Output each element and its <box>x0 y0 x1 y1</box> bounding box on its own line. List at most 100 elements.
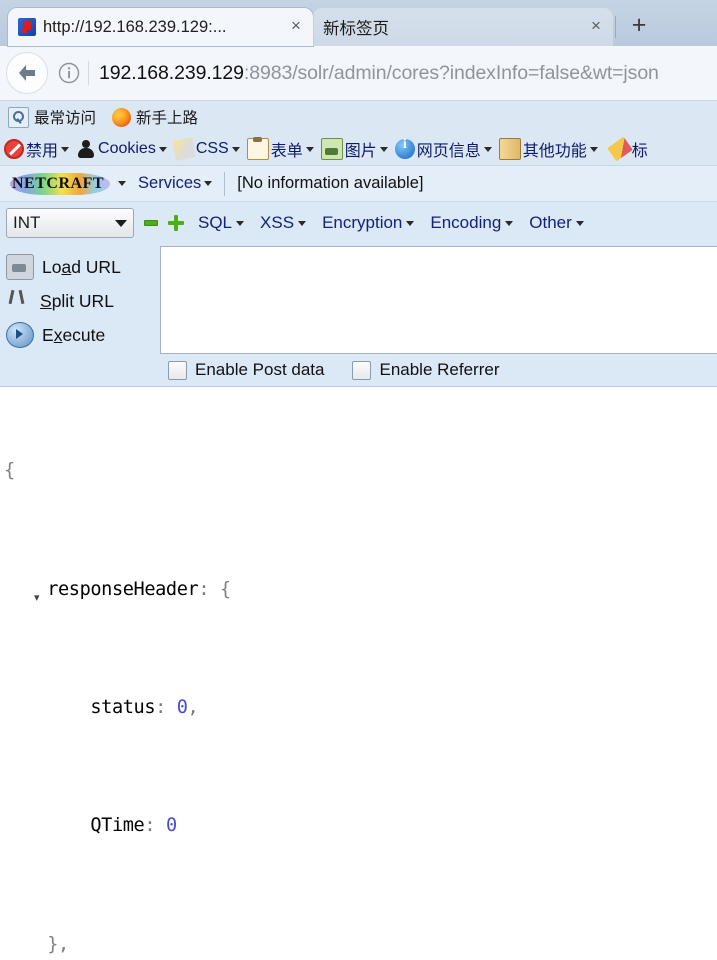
forms-icon <box>246 137 269 160</box>
chevron-down-icon <box>505 220 514 226</box>
json-value: 0 <box>165 815 177 837</box>
divider <box>88 61 89 85</box>
hackbar-type-value: INT <box>13 213 41 232</box>
bookmark-label: 新手上路 <box>136 110 199 127</box>
wd-menu-outline[interactable]: 标 <box>605 136 648 162</box>
checkbox-icon <box>352 360 372 380</box>
bookmark-getting-started[interactable]: 新手上路 <box>112 106 198 128</box>
execute-icon <box>6 322 34 348</box>
hackbar-menu-label: Encoding <box>430 213 502 232</box>
hackbar-menu-other[interactable]: Other <box>529 213 584 233</box>
load-url-button[interactable]: Load URL <box>0 250 160 284</box>
hackbar: INT SQL XSS Encryption Encoding Other Lo… <box>0 202 717 387</box>
wd-menu-css[interactable]: CSS <box>172 137 240 161</box>
wd-menu-label: Cookies <box>98 140 156 157</box>
bookmark-most-visited[interactable]: 最常访问 <box>8 106 96 128</box>
chevron-down-icon <box>483 146 492 152</box>
web-developer-toolbar: 禁用 Cookies CSS 表单 图片 网页信息 <box>0 133 717 166</box>
close-icon[interactable]: × <box>285 16 307 38</box>
info-circle-icon[interactable] <box>56 60 82 86</box>
json-viewer-icon <box>18 18 36 36</box>
wd-menu-images[interactable]: 图片 <box>320 137 388 161</box>
back-button[interactable] <box>6 52 48 94</box>
browser-window: http://192.168.239.129:... × 新标签页 × + 19… <box>0 0 717 960</box>
outline-pencil-icon <box>607 136 633 162</box>
hackbar-url-textarea[interactable] <box>160 246 717 354</box>
split-url-button[interactable]: Split URL <box>0 284 160 318</box>
hackbar-menu-encryption[interactable]: Encryption <box>322 213 415 233</box>
wd-menu-label: 网页信息 <box>416 143 481 160</box>
chevron-down-icon <box>231 146 240 152</box>
wd-menu-label: 图片 <box>344 143 377 160</box>
hackbar-menu-label: SQL <box>198 213 233 232</box>
netcraft-services-menu[interactable]: Services <box>138 174 213 193</box>
netcraft-logo[interactable]: NETCRAFT <box>10 172 111 195</box>
bookmarks-bar: 最常访问 新手上路 <box>0 101 717 133</box>
chevron-down-icon <box>298 220 307 226</box>
chevron-down-icon <box>406 220 415 226</box>
new-tab-button[interactable]: + <box>624 11 654 41</box>
load-url-label: Load URL <box>42 256 121 277</box>
enable-post-data-label: Enable Post data <box>195 360 325 379</box>
browser-tab-newtab[interactable]: 新标签页 × <box>313 8 613 46</box>
hackbar-menu-label: Other <box>529 213 572 232</box>
json-key: responseHeader <box>47 578 199 600</box>
wd-menu-information[interactable]: 网页信息 <box>394 137 492 161</box>
twisty-icon[interactable]: ▾ <box>34 584 40 614</box>
navigation-bar: 192.168.239.129:8983/solr/admin/cores?in… <box>0 46 717 101</box>
hackbar-menu-encoding[interactable]: Encoding <box>430 213 514 233</box>
url-host: 192.168.239.129 <box>99 61 244 84</box>
wd-menu-label: 禁用 <box>26 143 59 160</box>
hackbar-type-select[interactable]: INT <box>6 208 134 238</box>
json-line-status: status: 0, <box>90 696 199 718</box>
miscellaneous-icon <box>498 138 521 160</box>
images-icon <box>320 138 343 160</box>
url-bar[interactable]: 192.168.239.129:8983/solr/admin/cores?in… <box>99 62 659 85</box>
disable-icon <box>4 139 24 159</box>
split-url-label: Split URL <box>40 290 114 311</box>
json-value: 0 <box>176 696 188 718</box>
enable-referrer-label: Enable Referrer <box>379 360 500 379</box>
close-icon[interactable]: × <box>585 16 607 38</box>
url-path: :8983/solr/admin/cores?indexInfo=false&w… <box>243 61 659 84</box>
firefox-icon <box>112 107 132 127</box>
chevron-down-icon <box>115 219 127 227</box>
minus-icon[interactable] <box>144 220 158 226</box>
hackbar-menu-row: INT SQL XSS Encryption Encoding Other <box>0 202 717 244</box>
hackbar-options: Enable Post data Enable Referrer <box>160 354 717 386</box>
wd-menu-label: 其他功能 <box>522 143 587 160</box>
wd-menu-miscellaneous[interactable]: 其他功能 <box>498 137 598 161</box>
hackbar-menu-xss[interactable]: XSS <box>260 213 307 233</box>
netcraft-services-label: Services <box>138 174 202 192</box>
checkbox-icon <box>168 360 187 380</box>
chevron-down-icon <box>204 181 213 186</box>
plus-icon[interactable] <box>168 215 184 231</box>
chevron-down-icon <box>236 220 245 226</box>
browser-tab-active[interactable]: http://192.168.239.129:... × <box>8 8 313 46</box>
wd-menu-disable[interactable]: 禁用 <box>4 137 70 161</box>
json-key: QTime <box>90 815 145 837</box>
information-icon <box>394 137 415 159</box>
json-line-open-brace: { <box>4 460 15 482</box>
chevron-down-icon <box>589 146 598 152</box>
enable-post-data-checkbox[interactable]: Enable Post data <box>168 360 324 380</box>
chevron-down-icon <box>575 220 584 226</box>
bookmark-label: 最常访问 <box>34 110 97 127</box>
divider <box>615 16 616 38</box>
chevron-down-icon <box>379 146 388 152</box>
hackbar-menu-sql[interactable]: SQL <box>198 213 245 233</box>
json-line-close-responseHeader: }, <box>47 933 69 955</box>
wd-menu-label: CSS <box>195 140 229 157</box>
chevron-down-icon[interactable] <box>118 181 127 186</box>
enable-referrer-checkbox[interactable]: Enable Referrer <box>352 360 500 380</box>
json-line-qtime: QTime: 0 <box>90 815 177 837</box>
wd-menu-label: 标 <box>631 143 648 160</box>
css-icon <box>172 137 196 161</box>
execute-button[interactable]: Execute <box>0 318 160 352</box>
chevron-down-icon <box>61 146 70 152</box>
tab-title: 新标签页 <box>323 20 389 38</box>
hackbar-input-area: Enable Post data Enable Referrer <box>160 246 717 386</box>
wd-menu-cookies[interactable]: Cookies <box>76 139 167 159</box>
wd-menu-forms[interactable]: 表单 <box>246 137 314 161</box>
execute-label: Execute <box>42 324 106 345</box>
